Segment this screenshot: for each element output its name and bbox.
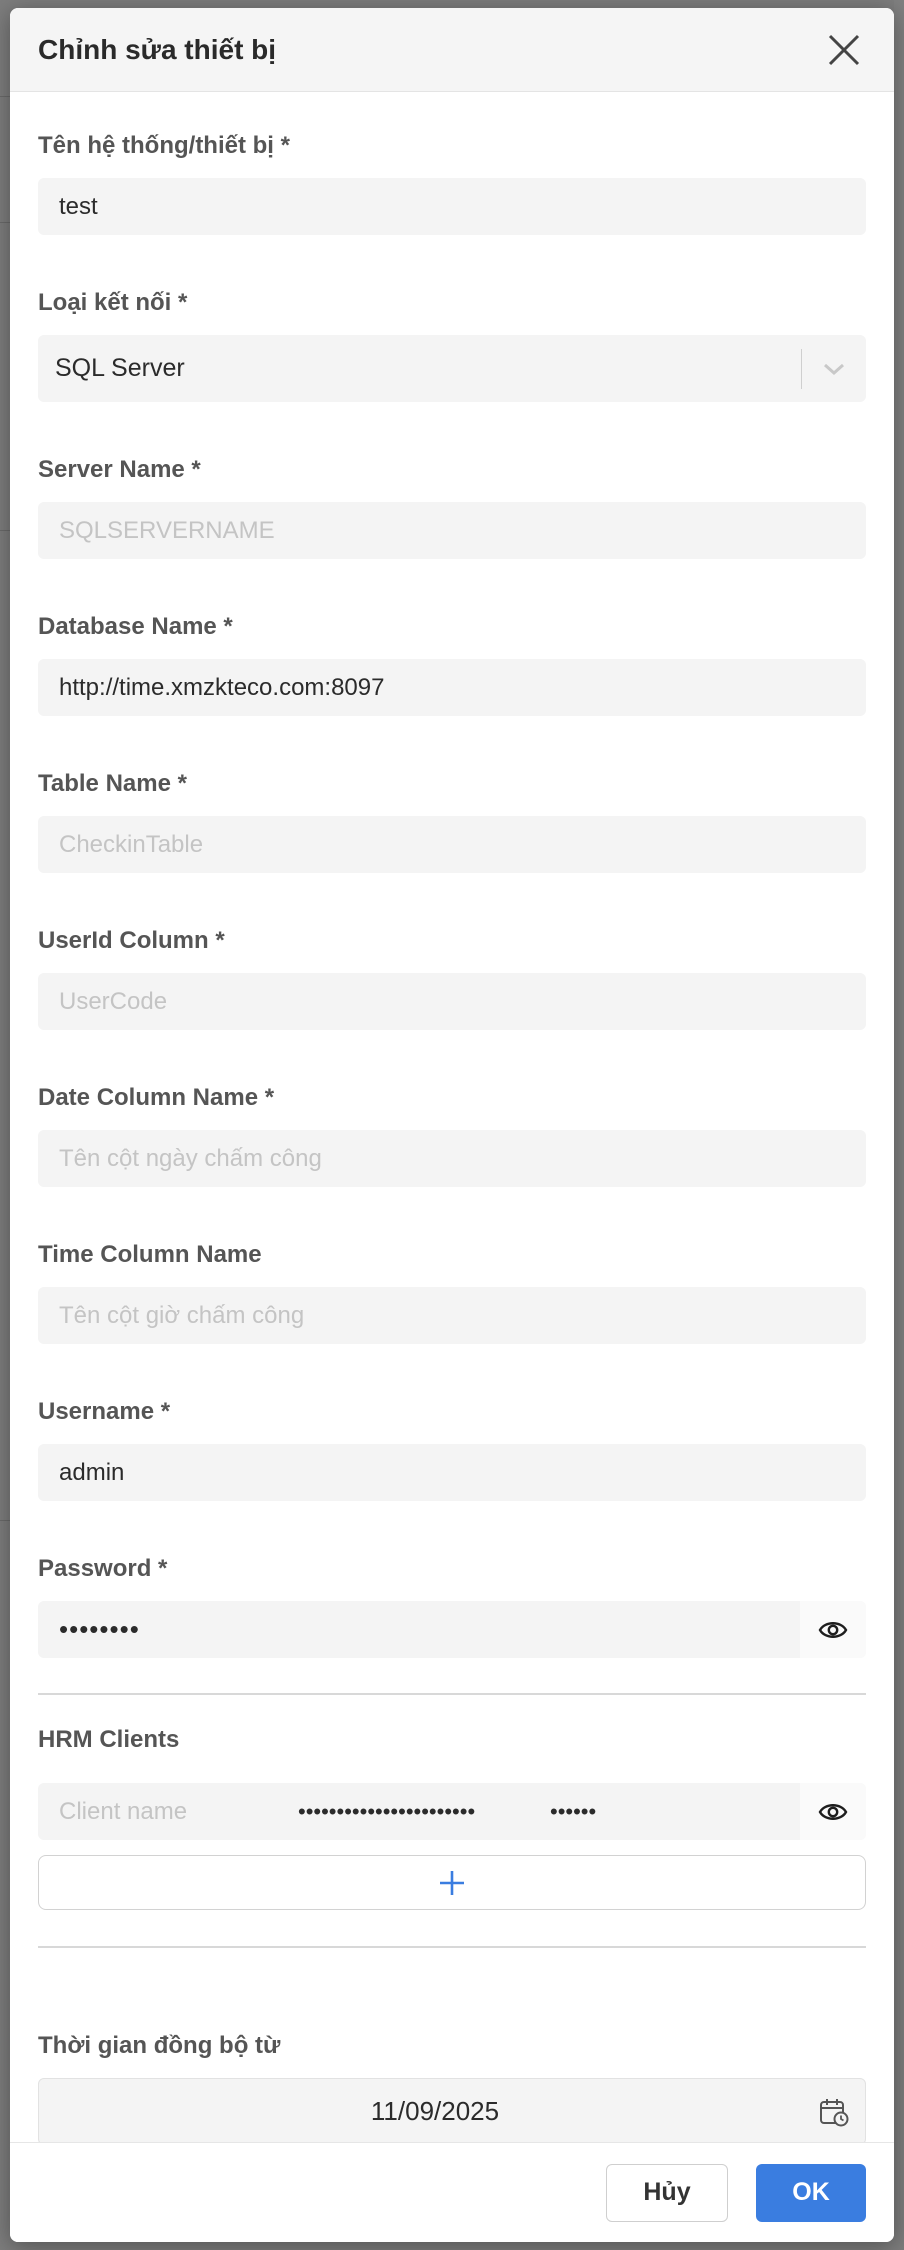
dialog-title: Chỉnh sửa thiết bị (38, 33, 277, 65)
server-name-field: Server Name * (38, 452, 866, 559)
chevron-down-icon[interactable] (802, 335, 866, 402)
time-column-label: Time Column Name (38, 1241, 262, 1268)
close-icon (828, 34, 860, 65)
sync-from-field: Thời gian đồng bộ từ 11/09/2025 (38, 2028, 866, 2145)
date-column-field: Date Column Name * (38, 1080, 866, 1187)
hrm-clients-section: HRM Clients Client name ••••••••••••••••… (38, 1722, 866, 1910)
database-name-input[interactable] (38, 659, 866, 716)
date-column-label: Date Column Name * (38, 1084, 275, 1111)
edit-device-dialog: Chỉnh sửa thiết bị Tên hệ thống/thiết bị… (10, 8, 894, 2242)
table-name-field: Table Name * (38, 766, 866, 873)
client-code-input[interactable]: •••••• (546, 1799, 800, 1825)
connection-type-value: SQL Server (55, 354, 185, 382)
username-field: Username * (38, 1394, 866, 1501)
username-label: Username * (38, 1398, 171, 1425)
connection-type-field: Loại kết nối * SQL Server (38, 285, 866, 402)
cancel-button[interactable]: Hủy (606, 2163, 728, 2222)
sync-from-label: Thời gian đồng bộ từ (38, 2032, 281, 2059)
add-client-button[interactable] (38, 1855, 866, 1910)
server-name-input[interactable] (38, 502, 866, 559)
section-divider (38, 1946, 866, 1948)
database-name-field: Database Name * (38, 609, 866, 716)
database-name-label: Database Name * (38, 613, 233, 640)
password-masked-value: •••••••• (59, 1614, 140, 1644)
userid-column-label: UserId Column * (38, 927, 225, 954)
password-field: Password * •••••••• (38, 1551, 866, 1658)
userid-column-input[interactable] (38, 973, 866, 1030)
dialog-body: Tên hệ thống/thiết bị * Loại kết nối * S… (10, 128, 894, 2145)
time-column-input[interactable] (38, 1287, 866, 1344)
table-name-label: Table Name * (38, 770, 187, 797)
userid-column-field: UserId Column * (38, 923, 866, 1030)
client-secret-input[interactable]: ••••••••••••••••••••••• (298, 1799, 546, 1825)
ok-button[interactable]: OK (756, 2163, 866, 2222)
background-right-edge (894, 0, 904, 1520)
close-button[interactable] (822, 28, 866, 72)
connection-type-select[interactable]: SQL Server (38, 335, 866, 402)
hrm-client-row: Client name ••••••••••••••••••••••• ••••… (38, 1783, 866, 1840)
section-divider (38, 1693, 866, 1695)
server-name-label: Server Name * (38, 456, 201, 483)
password-label: Password * (38, 1555, 168, 1582)
system-name-field: Tên hệ thống/thiết bị * (38, 128, 866, 235)
dialog-footer: Hủy OK (10, 2142, 894, 2242)
calendar-clock-icon[interactable] (803, 2078, 865, 2145)
table-name-input[interactable] (38, 816, 866, 873)
system-name-label: Tên hệ thống/thiết bị * (38, 132, 290, 159)
plus-icon (440, 1870, 464, 1895)
eye-icon[interactable] (800, 1601, 866, 1658)
hrm-clients-label: HRM Clients (38, 1726, 180, 1753)
sync-date-picker[interactable]: 11/09/2025 (38, 2078, 866, 2145)
time-column-field: Time Column Name (38, 1237, 866, 1344)
client-name-input[interactable]: Client name (38, 1798, 298, 1826)
dialog-header: Chỉnh sửa thiết bị (10, 8, 894, 92)
username-input[interactable] (38, 1444, 866, 1501)
date-column-input[interactable] (38, 1130, 866, 1187)
eye-icon[interactable] (800, 1783, 866, 1840)
password-input[interactable]: •••••••• (38, 1601, 866, 1658)
connection-type-label: Loại kết nối * (38, 289, 188, 316)
sync-date-value: 11/09/2025 (370, 2096, 500, 2126)
system-name-input[interactable] (38, 178, 866, 235)
